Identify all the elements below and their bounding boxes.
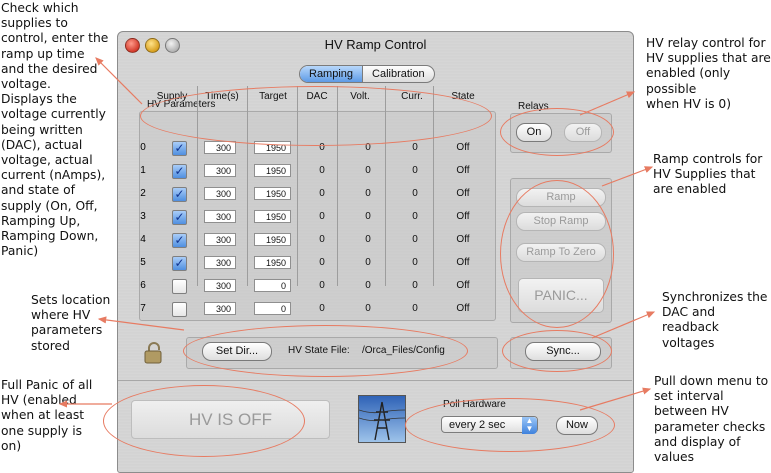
arrow [591, 311, 656, 339]
arrow [579, 387, 652, 411]
arrow [97, 316, 185, 331]
arrow [579, 91, 636, 116]
annotation-arrows [58, 57, 656, 411]
arrow [95, 57, 143, 105]
arrow [601, 166, 654, 187]
